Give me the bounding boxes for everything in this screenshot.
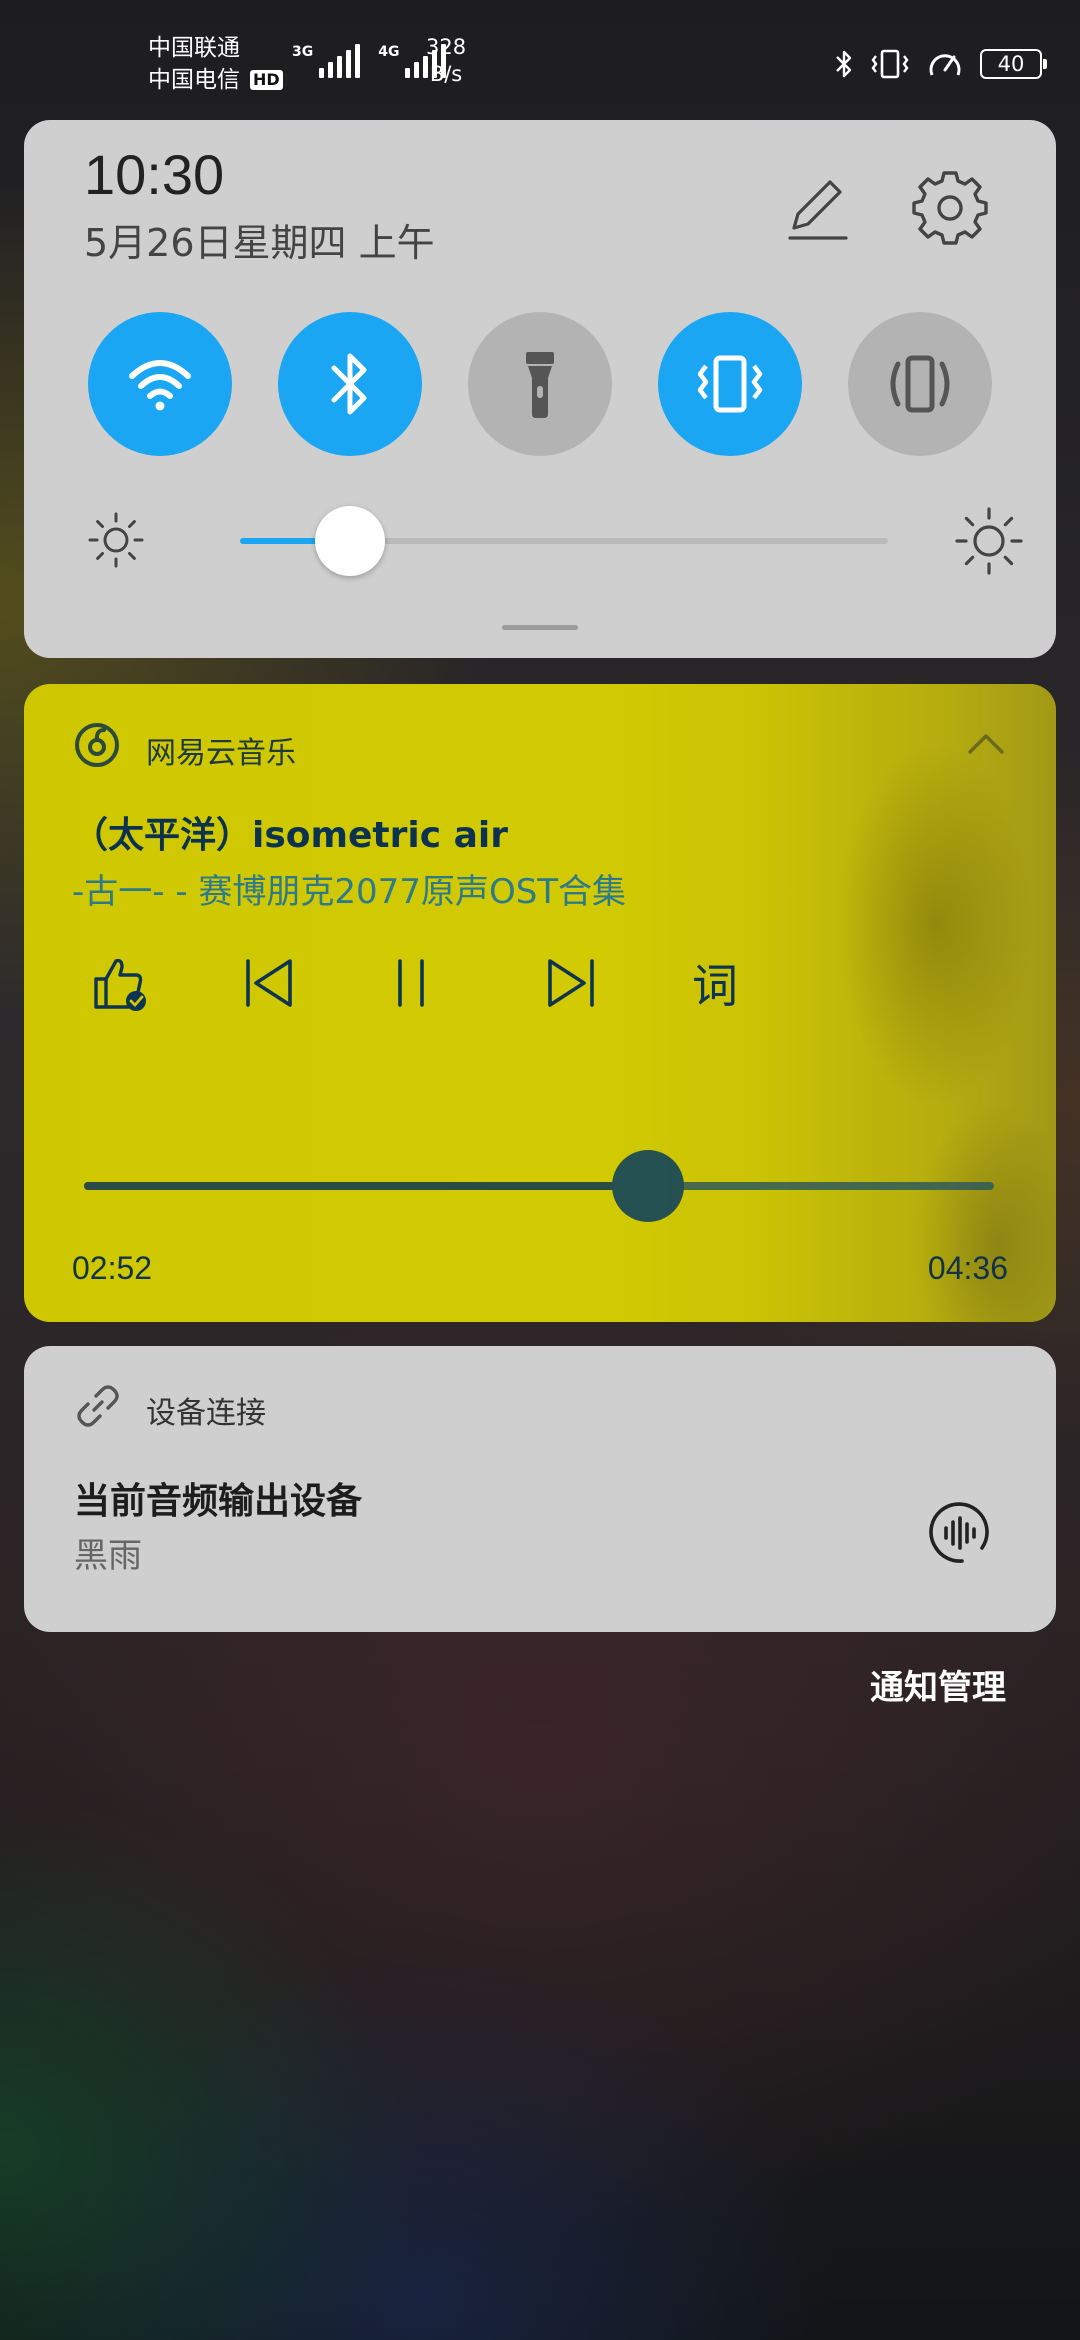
bluetooth-icon	[836, 50, 852, 78]
sim1-signal-icon: 3G	[292, 44, 361, 78]
battery-level: 40	[997, 52, 1025, 76]
audio-output-device-name: 黑雨	[74, 1536, 142, 1576]
next-button[interactable]	[542, 948, 692, 1018]
vibrate-icon	[871, 49, 909, 79]
hd-badge: HD	[250, 70, 283, 90]
carrier-1-label: 中国联通	[148, 35, 240, 61]
status-bar: 中国联通 中国电信 HD 3G 4G 328 B/s 40	[0, 0, 1080, 120]
quick-tiles	[88, 312, 992, 456]
like-button[interactable]	[92, 948, 242, 1018]
brightness-low-icon	[88, 512, 144, 568]
device-connection-title: 设备连接	[146, 1396, 266, 1431]
battery-icon: 40	[980, 49, 1047, 79]
song-artist-album: -古一- - 赛博朋克2077原声OST合集	[72, 872, 627, 912]
audio-output-label: 当前音频输出设备	[74, 1481, 363, 1522]
signal-indicators: 3G 4G	[292, 44, 447, 78]
total-time: 04:36	[927, 1250, 1008, 1286]
netease-music-icon	[75, 723, 119, 767]
playback-progress-fill	[84, 1182, 649, 1190]
status-icons: 40	[834, 48, 1047, 80]
brightness-row	[84, 506, 1024, 576]
skip-previous-icon	[246, 959, 292, 1007]
net-speed-unit: B/s	[429, 62, 463, 86]
vibrate-icon	[697, 355, 763, 413]
music-app-name: 网易云音乐	[146, 736, 296, 771]
flashlight-icon	[526, 352, 554, 418]
net-speed: 328 B/s	[426, 34, 466, 88]
chevron-up-icon[interactable]	[966, 728, 1006, 758]
song-title: （太平洋）isometric air	[72, 815, 508, 856]
thumbs-up-icon	[94, 958, 146, 1011]
clock-time: 10:30	[84, 143, 225, 206]
music-notification[interactable]: 网易云音乐 （太平洋）isometric air -古一- - 赛博朋克2077…	[24, 684, 1056, 1322]
quick-settings-panel: 10:30 5月26日星期四 上午	[24, 120, 1056, 658]
skip-next-icon	[548, 959, 594, 1007]
audio-output-icon[interactable]	[924, 1498, 994, 1568]
bluetooth-icon	[331, 353, 367, 415]
device-connection-notification[interactable]: 设备连接 当前音频输出设备 黑雨	[24, 1346, 1056, 1632]
speed-gauge-icon	[929, 54, 961, 76]
media-controls: 词	[92, 948, 842, 1018]
wifi-tile[interactable]	[88, 312, 232, 456]
playback-progress-bar[interactable]	[84, 1150, 994, 1222]
lyrics-button[interactable]: 词	[692, 948, 842, 1018]
pause-icon	[398, 959, 424, 1007]
vibrate-tile[interactable]	[658, 312, 802, 456]
previous-button[interactable]	[242, 948, 392, 1018]
brightness-high-icon	[955, 507, 1023, 575]
notification-management-button[interactable]: 通知管理	[870, 1660, 1006, 1709]
carrier-2-label: 中国电信	[148, 67, 240, 93]
edit-icon[interactable]	[780, 170, 856, 246]
net-speed-value: 328	[426, 35, 467, 59]
brightness-slider-thumb[interactable]	[315, 506, 386, 576]
auto-rotate-tile[interactable]	[848, 312, 992, 456]
bluetooth-tile[interactable]	[278, 312, 422, 456]
link-icon	[77, 1385, 119, 1427]
brightness-slider[interactable]	[240, 506, 888, 576]
settings-gear-icon[interactable]	[910, 168, 990, 248]
pause-button[interactable]	[392, 948, 542, 1018]
current-time: 02:52	[72, 1250, 153, 1286]
carrier-info: 中国联通 中国电信 HD	[148, 32, 283, 96]
flashlight-tile[interactable]	[468, 312, 612, 456]
auto-rotate-icon	[890, 355, 950, 413]
wifi-icon	[129, 360, 191, 411]
panel-drag-handle[interactable]	[502, 625, 578, 630]
clock-date: 5月26日星期四 上午	[84, 221, 435, 265]
playback-progress-thumb[interactable]	[612, 1150, 685, 1222]
